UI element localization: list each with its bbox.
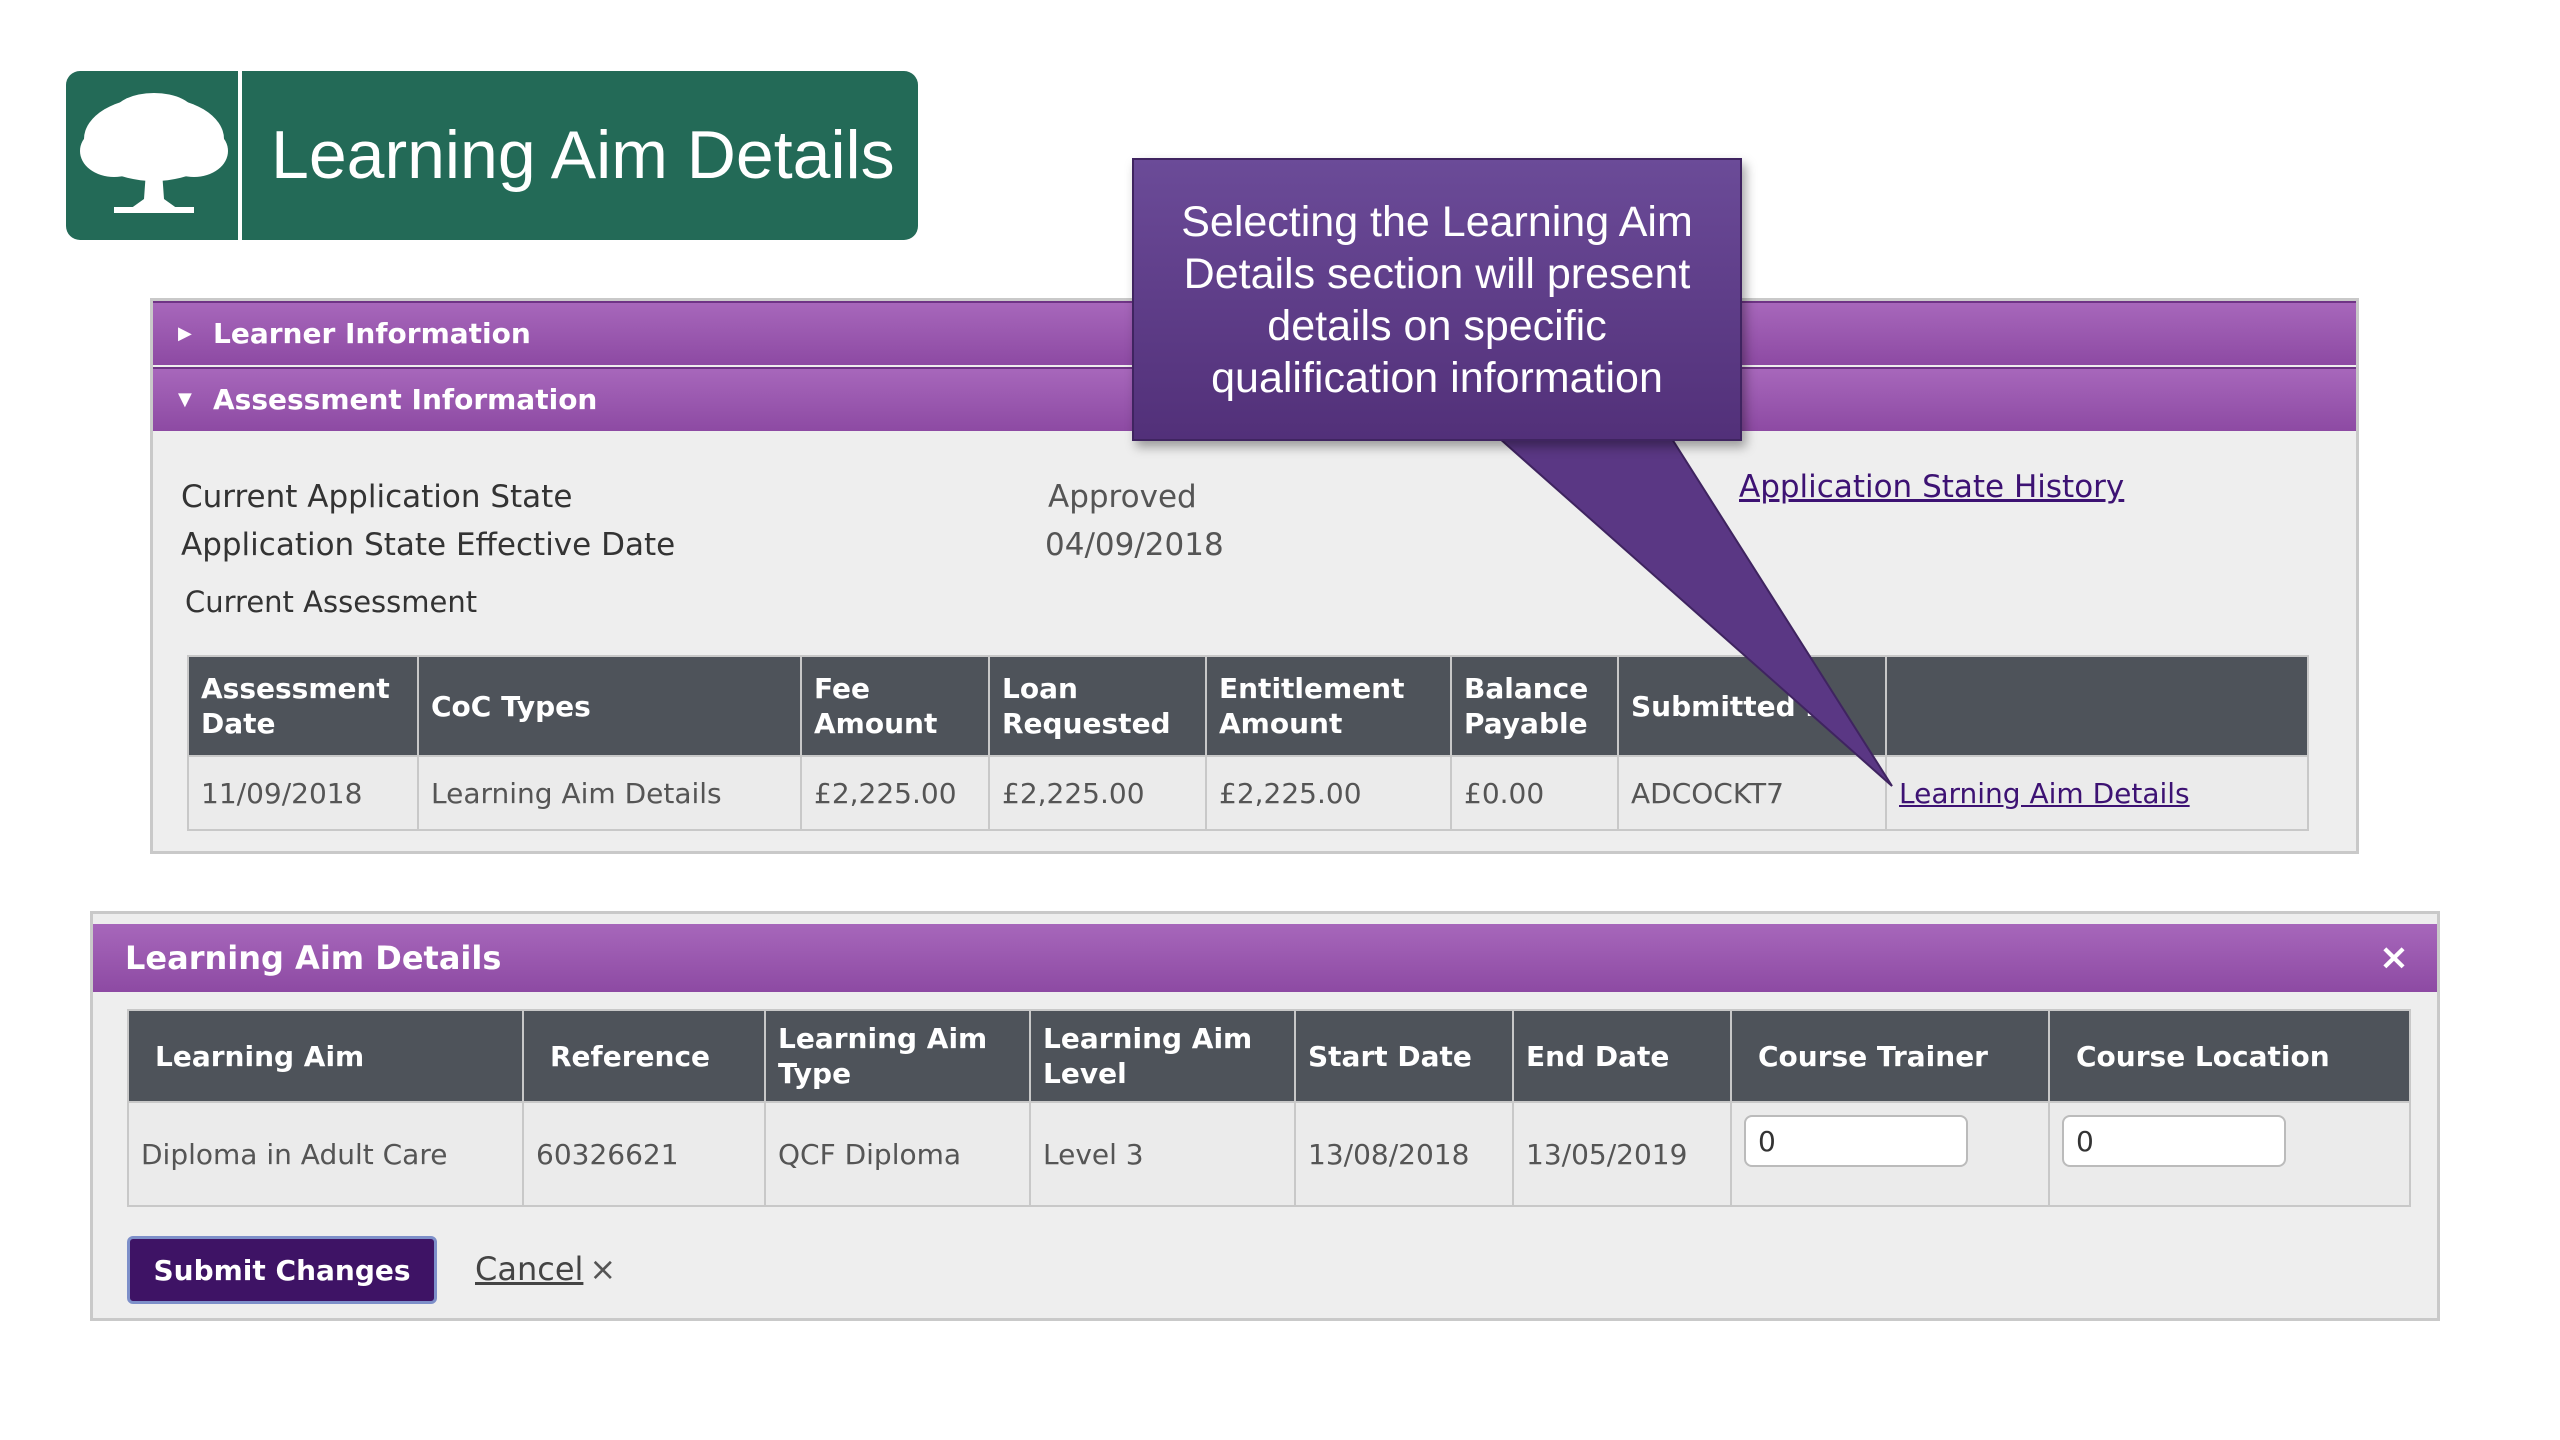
current-state-label: Current Application State <box>181 479 573 515</box>
page-title: Learning Aim Details <box>271 117 895 193</box>
header-assessment-date: Assessment Date <box>187 655 419 757</box>
learning-aim-table: Learning Aim Reference Learning Aim Type… <box>127 1009 2411 1207</box>
effective-date-value: 04/09/2018 <box>1045 527 1224 563</box>
application-state-history-link[interactable]: Application State History <box>1739 469 2124 505</box>
learning-aim-details-link[interactable]: Learning Aim Details <box>1899 777 2190 810</box>
callout-line: qualification information <box>1211 354 1663 402</box>
effective-date-label: Application State Effective Date <box>181 527 676 563</box>
cell-learning-aim-level: Level 3 <box>1029 1101 1296 1207</box>
table-row: Diploma in Adult Care 60326621 QCF Diplo… <box>127 1101 2411 1207</box>
cell-course-trainer <box>1730 1101 2050 1207</box>
header-start-date: Start Date <box>1294 1009 1514 1103</box>
close-icon[interactable]: × <box>2379 924 2409 992</box>
callout-line: Details section will present <box>1183 250 1691 298</box>
current-state-value: Approved <box>1048 479 1197 515</box>
header-submitted-by: Submitted b <box>1617 655 1887 757</box>
cell-coc-types: Learning Aim Details <box>417 755 802 831</box>
oak-tree-icon <box>80 93 228 213</box>
cancel-link[interactable]: Cancel × <box>475 1244 616 1294</box>
logo <box>66 71 242 240</box>
header-action <box>1885 655 2309 757</box>
header-fee-amount: Fee Amount <box>800 655 990 757</box>
cell-fee-amount: £2,225.00 <box>800 755 990 831</box>
dialog-title: Learning Aim Details <box>125 939 502 977</box>
table-row: 11/09/2018 Learning Aim Details £2,225.0… <box>187 755 2309 831</box>
triangle-right-icon: ▶ <box>178 323 192 344</box>
dialog-header: Learning Aim Details × <box>93 924 2437 992</box>
header-loan-requested: Loan Requested <box>988 655 1207 757</box>
header-learning-aim: Learning Aim <box>127 1009 524 1103</box>
cell-reference: 60326621 <box>522 1101 766 1207</box>
callout-line: Selecting the Learning Aim <box>1181 198 1693 246</box>
course-trainer-input[interactable] <box>1744 1115 1968 1167</box>
cell-end-date: 13/05/2019 <box>1512 1101 1732 1207</box>
assessment-table: Assessment Date CoC Types Fee Amount Loa… <box>187 655 2309 831</box>
cell-entitlement-amount: £2,225.00 <box>1205 755 1452 831</box>
table-header-row: Assessment Date CoC Types Fee Amount Loa… <box>187 655 2309 757</box>
close-icon: × <box>589 1250 617 1288</box>
course-location-input[interactable] <box>2062 1115 2286 1167</box>
header-learning-aim-type: Learning Aim Type <box>764 1009 1031 1103</box>
cell-learning-aim: Diploma in Adult Care <box>127 1101 524 1207</box>
cell-start-date: 13/08/2018 <box>1294 1101 1514 1207</box>
cell-course-location <box>2048 1101 2411 1207</box>
header-learning-aim-level: Learning Aim Level <box>1029 1009 1296 1103</box>
header-course-location: Course Location <box>2048 1009 2411 1103</box>
cell-learning-aim-type: QCF Diploma <box>764 1101 1031 1207</box>
table-header-row: Learning Aim Reference Learning Aim Type… <box>127 1009 2411 1103</box>
header-coc-types: CoC Types <box>417 655 802 757</box>
cell-assessment-date: 11/09/2018 <box>187 755 419 831</box>
current-assessment-label: Current Assessment <box>185 585 478 619</box>
callout-box: Selecting the Learning Aim Details secti… <box>1132 158 1742 441</box>
triangle-down-icon: ▼ <box>178 389 192 410</box>
header-course-trainer: Course Trainer <box>1730 1009 2050 1103</box>
cancel-label: Cancel <box>475 1250 584 1288</box>
callout-line: details on specific <box>1267 302 1607 350</box>
learner-information-label: Learner Information <box>213 317 531 350</box>
cell-loan-requested: £2,225.00 <box>988 755 1207 831</box>
assessment-information-label: Assessment Information <box>213 383 598 416</box>
header-balance-payable: Balance Payable <box>1450 655 1619 757</box>
submit-changes-button[interactable]: Submit Changes <box>127 1236 437 1304</box>
header-entitlement-amount: Entitlement Amount <box>1205 655 1452 757</box>
header-end-date: End Date <box>1512 1009 1732 1103</box>
cell-action: Learning Aim Details <box>1885 755 2309 831</box>
cell-balance-payable: £0.00 <box>1450 755 1619 831</box>
title-banner: Learning Aim Details <box>66 71 918 240</box>
cell-submitted-by: ADCOCKT7 <box>1617 755 1887 831</box>
learning-aim-details-dialog: Learning Aim Details × Learning Aim Refe… <box>90 911 2440 1321</box>
header-reference: Reference <box>522 1009 766 1103</box>
